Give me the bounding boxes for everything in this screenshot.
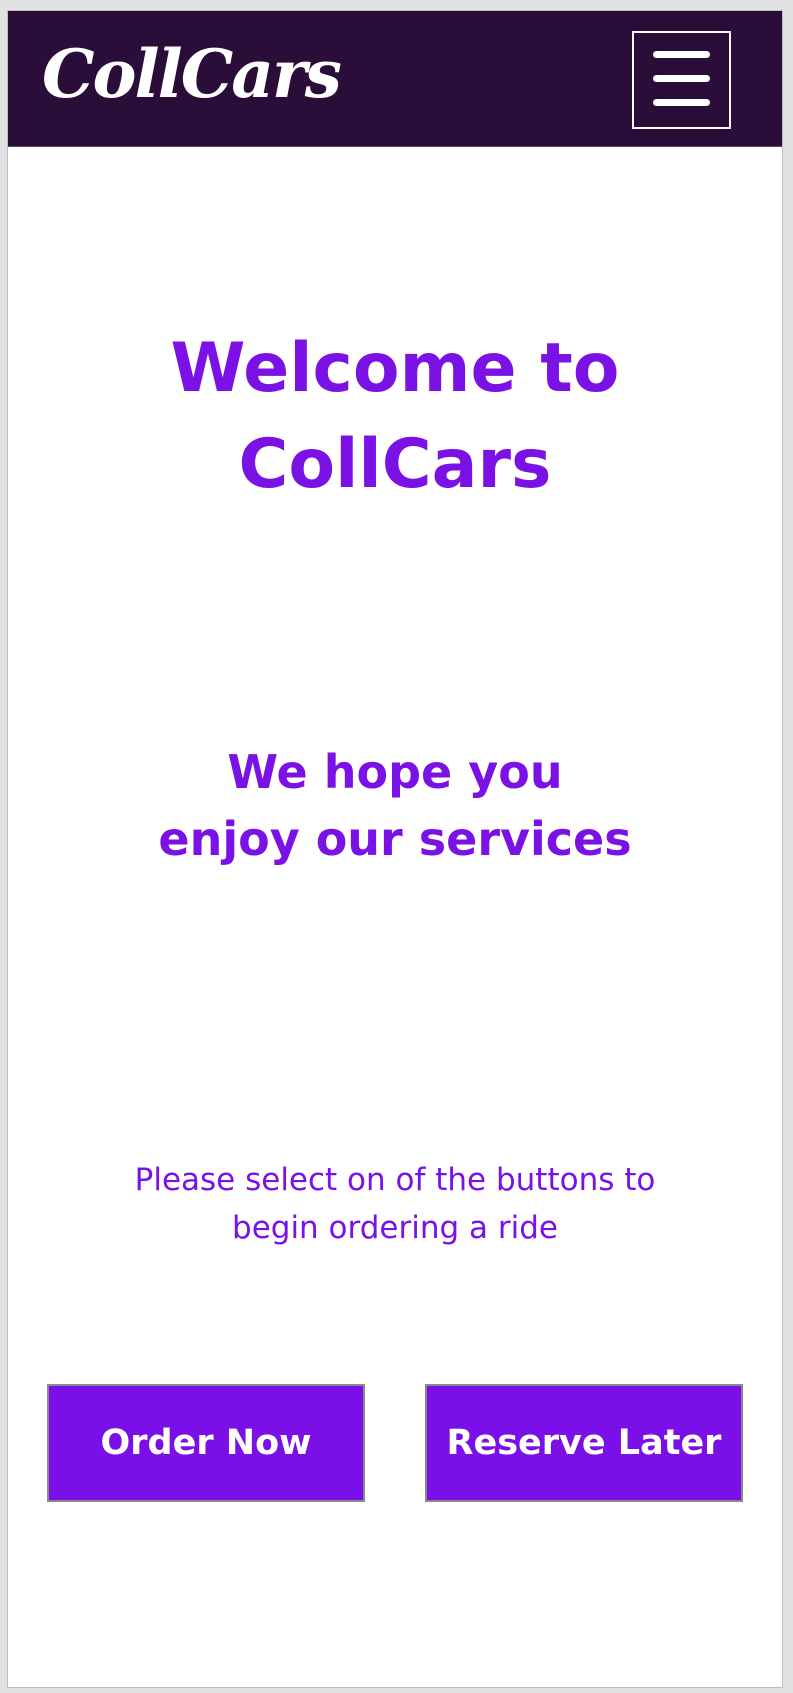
navbar: CollCars: [8, 11, 782, 147]
hamburger-menu-button[interactable]: [632, 31, 731, 129]
menu-bar-bottom: [653, 99, 710, 106]
brand-logo[interactable]: CollCars: [42, 29, 342, 119]
subtitle-line1: We hope you: [227, 745, 563, 799]
instruction-line2: begin ordering a ride: [232, 1210, 558, 1246]
subtitle-line2: enjoy our services: [158, 812, 632, 866]
welcome-heading-line1: Welcome to: [170, 329, 620, 408]
app-frame: CollCars Welcome to CollCars We hope you…: [7, 10, 783, 1688]
subtitle: We hope you enjoy our services: [8, 739, 782, 873]
reserve-later-button[interactable]: Reserve Later: [425, 1384, 743, 1502]
menu-bar-middle: [653, 75, 710, 82]
instruction-line1: Please select on of the buttons to: [134, 1162, 656, 1198]
welcome-heading: Welcome to CollCars: [8, 321, 782, 513]
welcome-heading-line2: CollCars: [238, 425, 552, 504]
instruction-text: Please select on of the buttons to begin…: [8, 1156, 782, 1252]
order-now-button[interactable]: Order Now: [47, 1384, 365, 1502]
menu-bar-top: [653, 51, 710, 58]
